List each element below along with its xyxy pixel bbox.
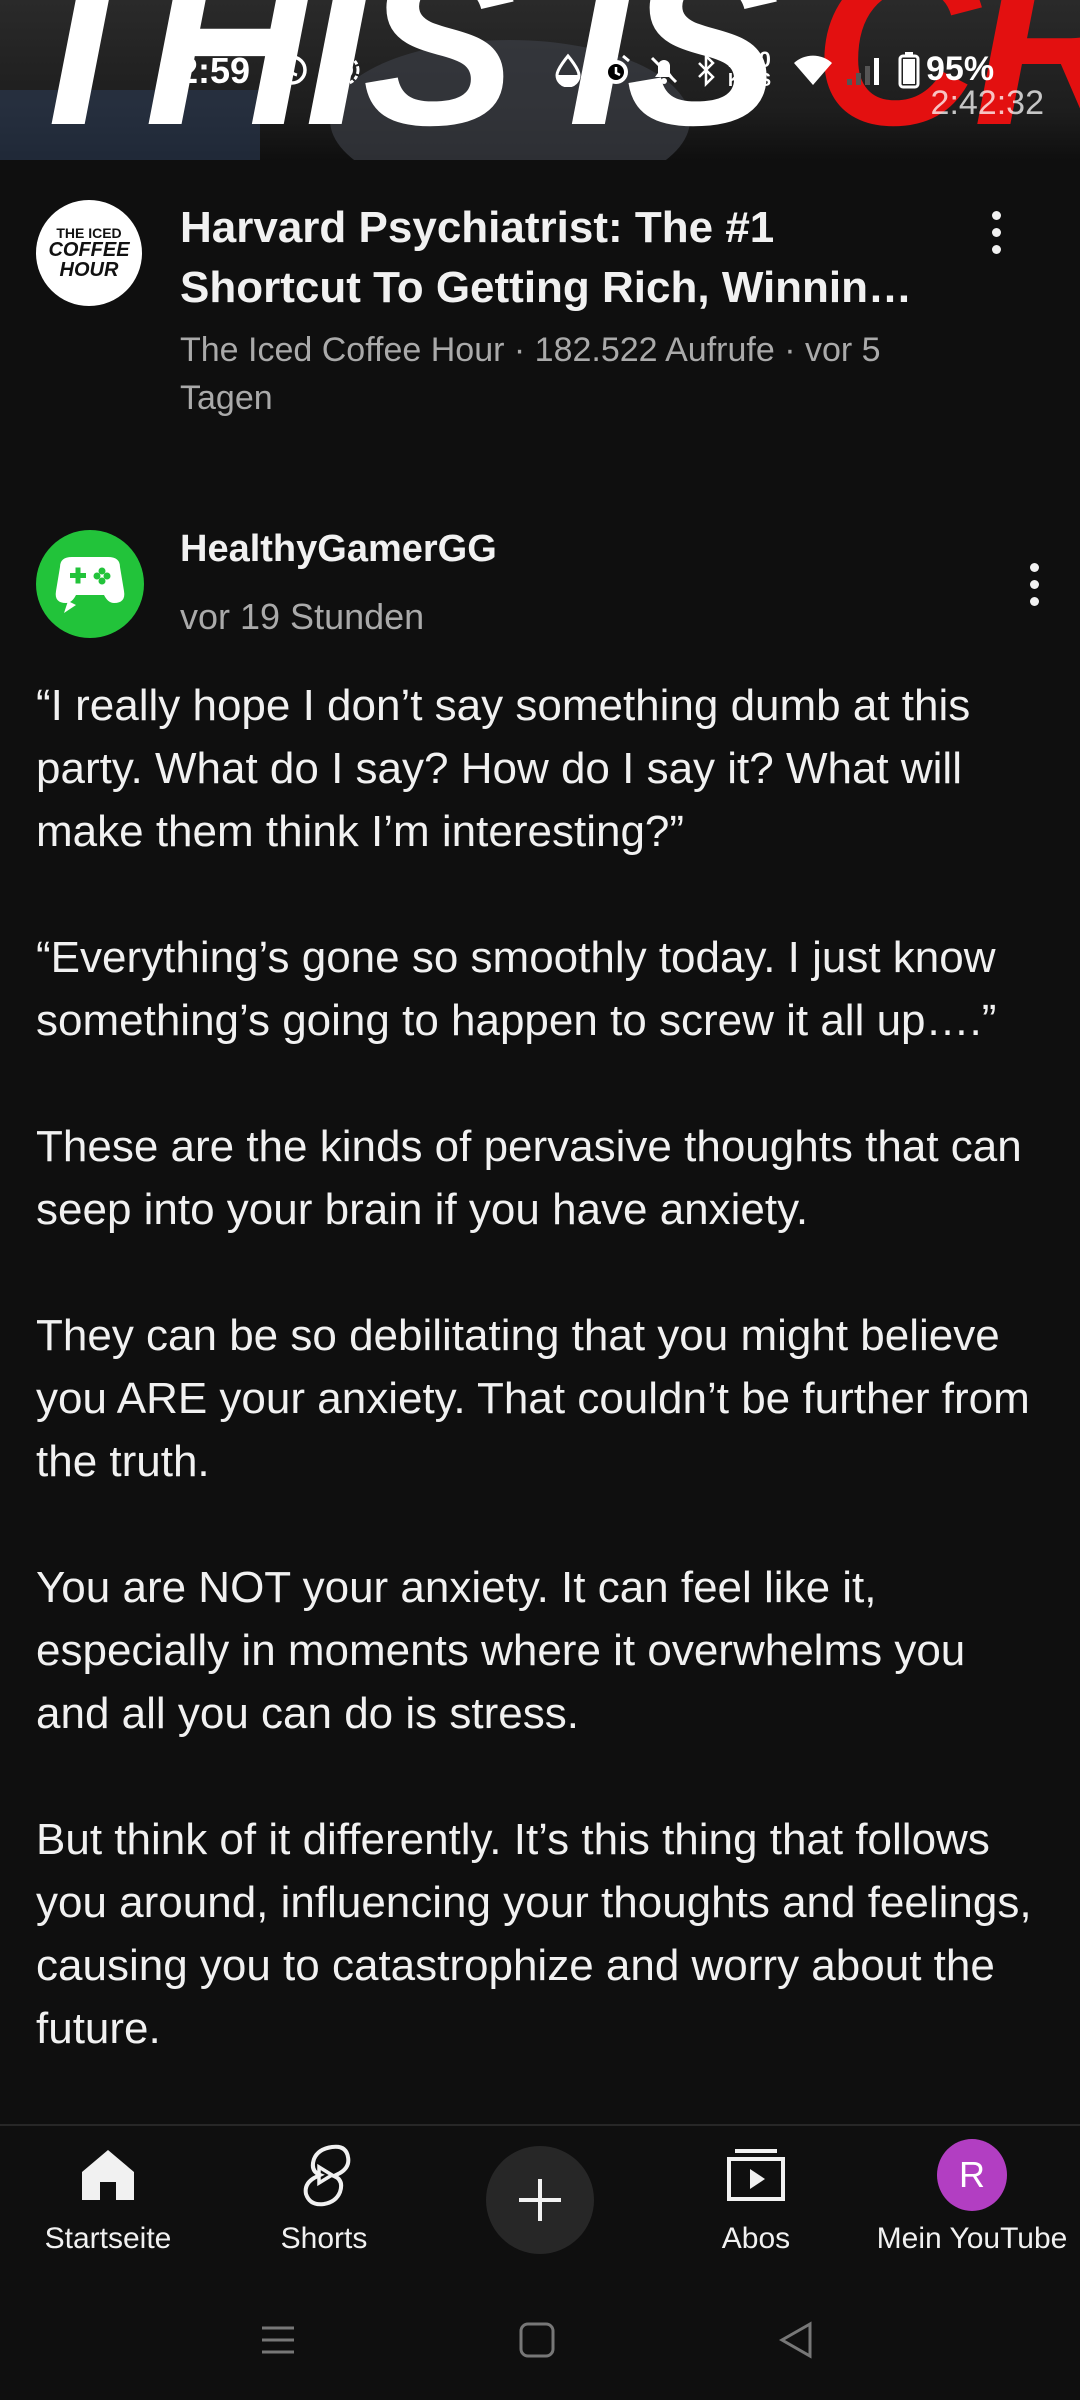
mute-icon	[644, 52, 684, 88]
post-time: vor 19 Stunden	[180, 596, 425, 637]
post-paragraph: These are the kinds of pervasive thought…	[36, 1122, 1022, 1234]
video-title[interactable]: Harvard Psychiatrist: The #1 Shortcut To…	[180, 198, 940, 318]
post-paragraph: “I really hope I don’t say something dum…	[36, 681, 971, 856]
post-paragraph: But think of it differently. It’s this t…	[36, 1815, 1032, 2053]
subscriptions-icon	[721, 2140, 791, 2210]
channel-logo-line1: THE ICED	[56, 225, 122, 241]
network-speed-value: 2,00	[728, 47, 771, 72]
status-clock: 12:59	[158, 50, 251, 91]
nav-library-label: Mein YouTube	[876, 2222, 1068, 2255]
bottom-navigation: Startseite Shorts Abos R Mein YouTube	[0, 2124, 1080, 2280]
home-button-icon[interactable]	[507, 2310, 567, 2370]
post-paragraph: They can be so debilitating that you mig…	[36, 1311, 1030, 1486]
post-channel-name[interactable]: HealthyGamerGG	[180, 528, 497, 571]
battery-percent: 95%	[926, 50, 995, 88]
status-bar: 12:59 2,00 KB/S 95%	[0, 0, 1080, 100]
alarm-icon	[596, 52, 636, 88]
post-paragraph: “Everything’s gone so smoothly today. I …	[36, 933, 997, 1045]
post-paragraph: You are NOT your anxiety. It can feel li…	[36, 1563, 966, 1738]
whatsapp-icon	[272, 52, 312, 88]
recent-apps-icon[interactable]	[248, 2310, 308, 2370]
nav-home[interactable]: Startseite	[0, 2126, 216, 2282]
nav-shorts[interactable]: Shorts	[216, 2126, 432, 2282]
post-channel-avatar[interactable]	[36, 530, 144, 638]
nav-home-label: Startseite	[44, 2222, 172, 2255]
bluetooth-icon	[692, 52, 720, 88]
network-speed-unit: KB/S	[728, 70, 772, 90]
cell-signal-icon	[842, 52, 888, 88]
system-navigation	[0, 2280, 1080, 2400]
gamepad-icon	[55, 557, 125, 613]
battery-icon	[896, 52, 922, 89]
home-icon	[73, 2140, 143, 2210]
plus-icon	[519, 2179, 561, 2221]
data-saver-icon	[550, 52, 586, 88]
channel-logo-line2: COFFEE	[48, 239, 130, 261]
video-more-options-icon[interactable]	[976, 202, 1016, 262]
post-body: “I really hope I don’t say something dum…	[36, 674, 1046, 2120]
video-item[interactable]: THE ICED COFFEE HOUR Harvard Psychiatris…	[0, 160, 1080, 480]
network-speed: 2,00 KB/S	[728, 47, 772, 91]
account-avatar: R	[937, 2139, 1007, 2211]
shorts-icon	[289, 2140, 359, 2210]
account-avatar-letter: R	[937, 2139, 1007, 2211]
video-meta: The Iced Coffee Hour · 182.522 Aufrufe ·…	[180, 331, 881, 417]
signal-app-icon	[324, 52, 364, 88]
nav-shorts-label: Shorts	[280, 2222, 368, 2255]
create-button[interactable]	[486, 2146, 594, 2254]
back-icon[interactable]	[766, 2310, 826, 2370]
nav-library[interactable]: R Mein YouTube	[864, 2126, 1080, 2282]
channel-avatar[interactable]: THE ICED COFFEE HOUR	[36, 200, 142, 306]
channel-logo-line3: HOUR	[59, 259, 119, 281]
nav-subscriptions-label: Abos	[721, 2222, 791, 2255]
wifi-icon	[790, 52, 836, 88]
nav-subscriptions[interactable]: Abos	[648, 2126, 864, 2282]
post-more-options-icon[interactable]	[1014, 554, 1054, 614]
